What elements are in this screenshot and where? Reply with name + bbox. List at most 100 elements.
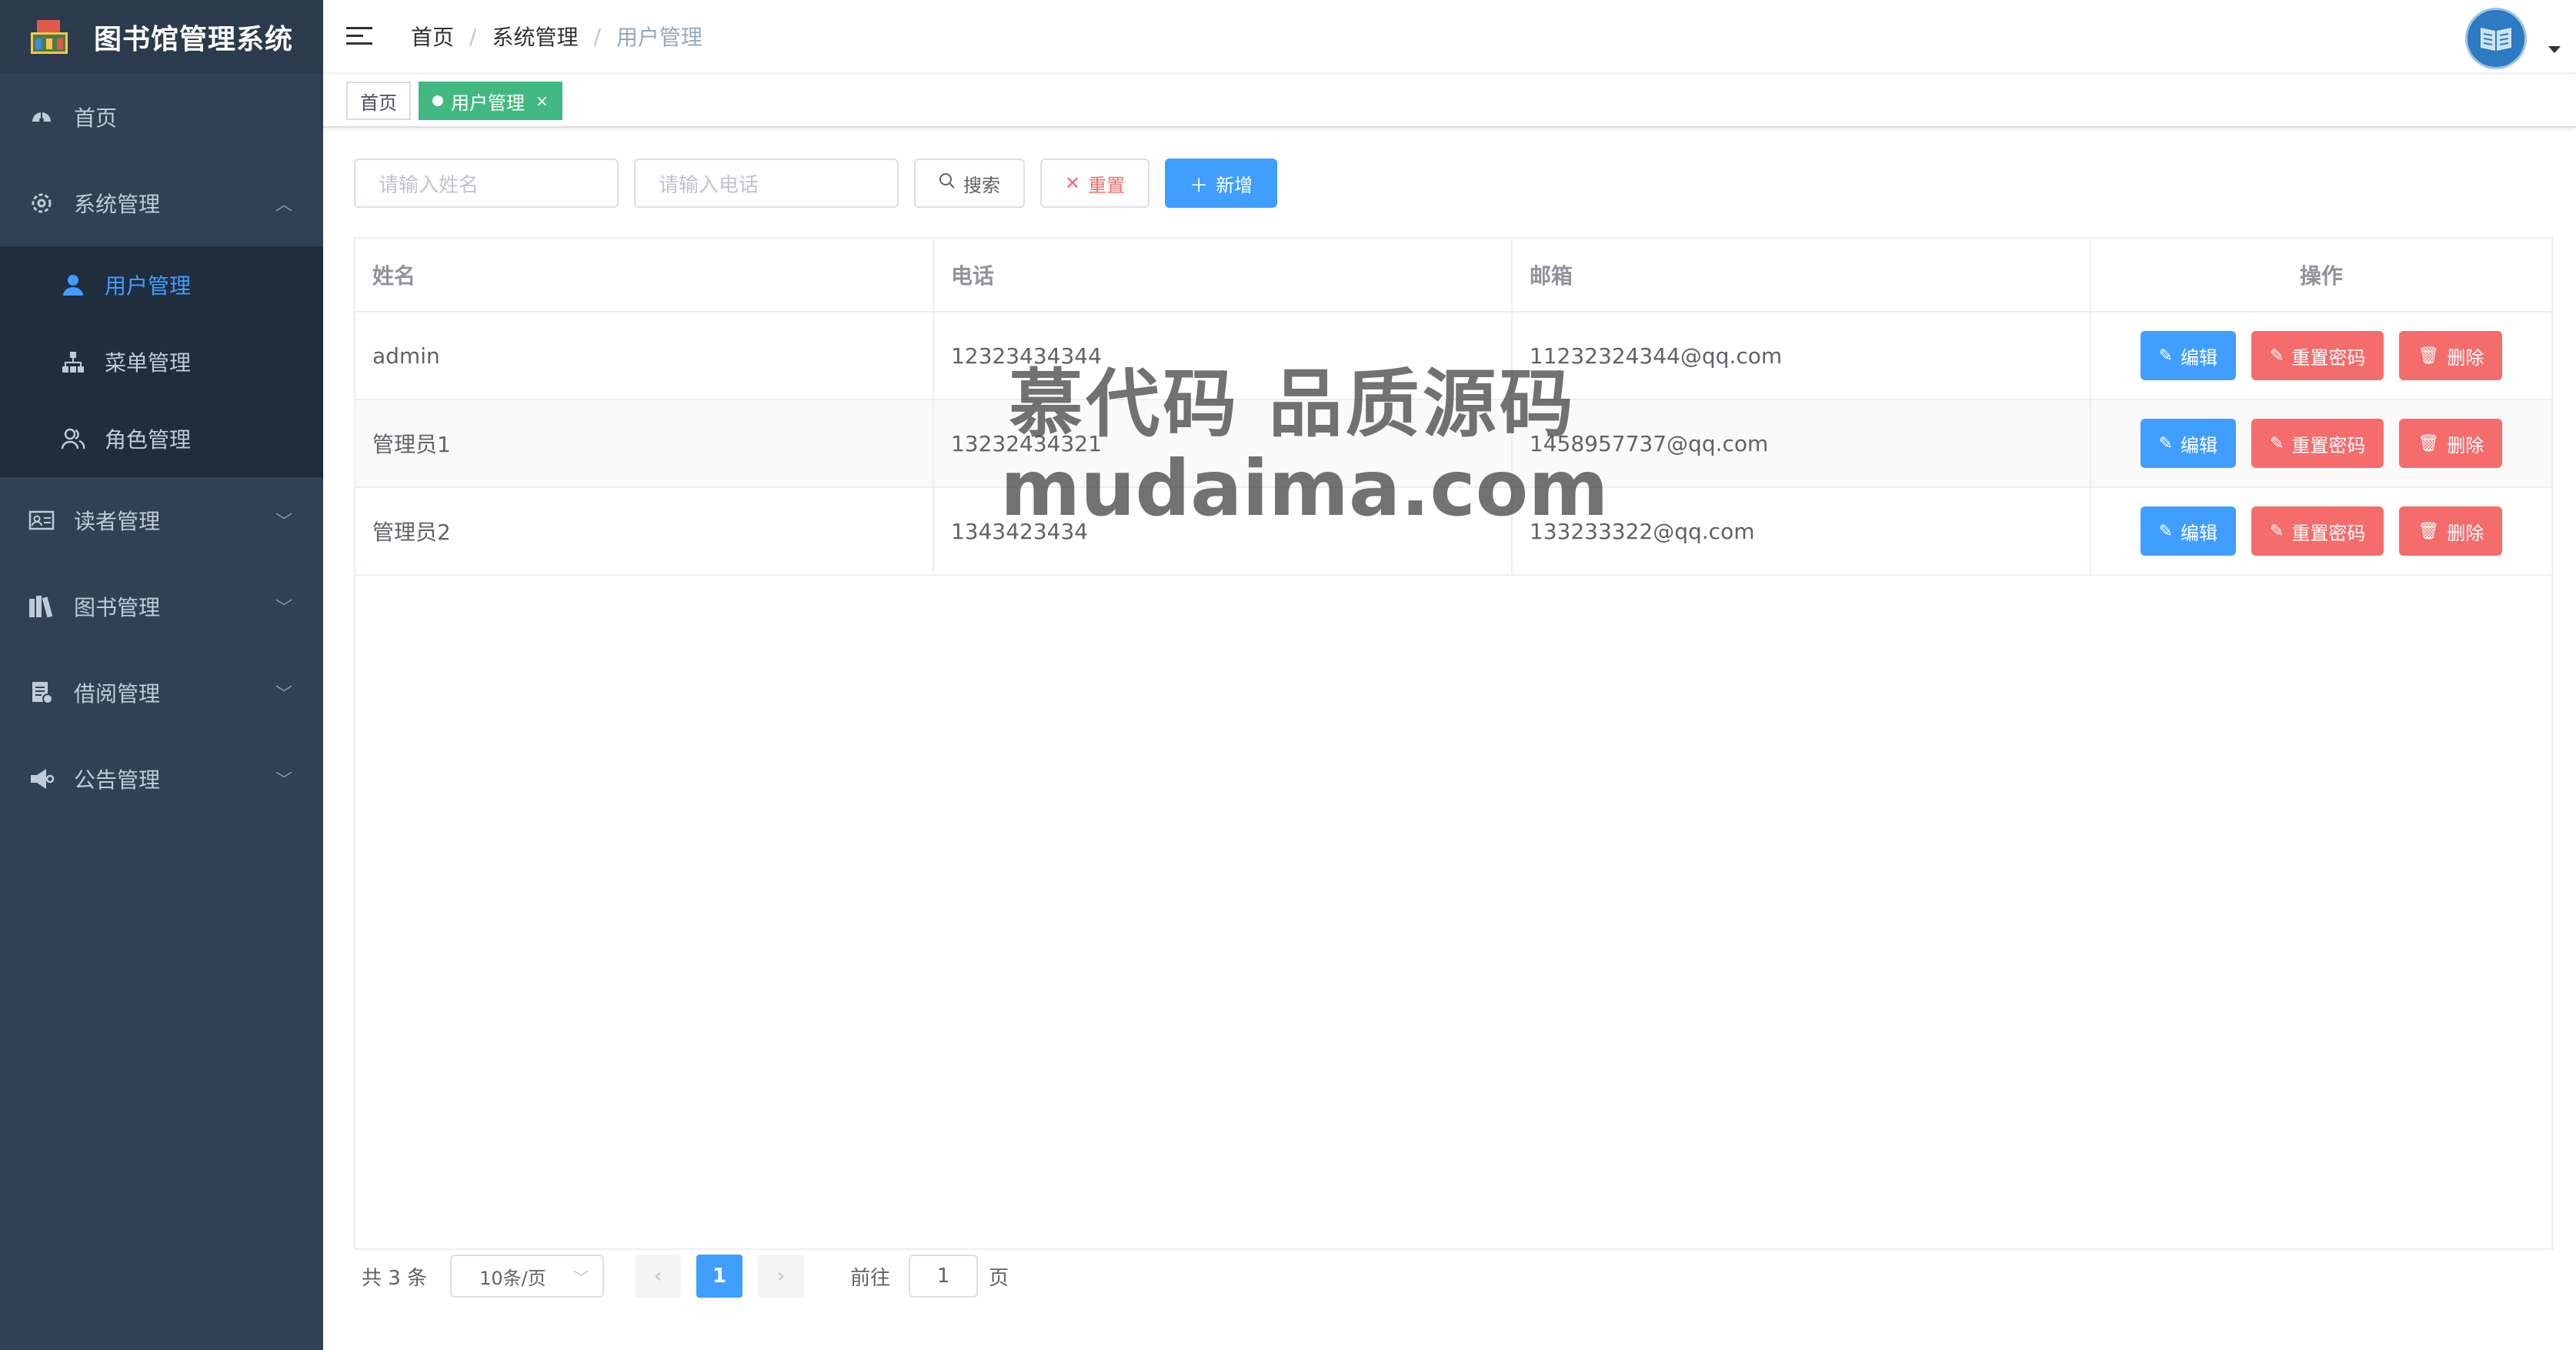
edit-button[interactable]: ✎ 编辑 xyxy=(2140,419,2236,468)
edit-icon: ✎ xyxy=(2158,346,2173,366)
tree-icon xyxy=(60,349,86,375)
page-size-select[interactable]: 10条/页 ﹀ xyxy=(450,1255,605,1298)
prev-page-button[interactable]: ‹ xyxy=(635,1255,682,1298)
breadcrumb-current: 用户管理 xyxy=(616,25,702,50)
sidebar-item-label: 菜单管理 xyxy=(105,350,192,376)
avatar[interactable] xyxy=(2465,8,2527,69)
delete-button[interactable]: 🗑 删除 xyxy=(2399,506,2503,556)
table-row: 管理员1 13232434321 1458957737@qq.com ✎ 编辑 ✎… xyxy=(355,400,2551,488)
dashboard-icon xyxy=(28,103,55,131)
sidebar-item-borrowing[interactable]: 借阅管理 ﹀ xyxy=(0,650,323,736)
pagination: 共 3 条 10条/页 ﹀ ‹ 1 › 前往 1 页 xyxy=(362,1255,1009,1298)
sidebar-item-reader[interactable]: 读者管理 ﹀ xyxy=(0,477,323,563)
table-header: 姓名 电话 邮箱 操作 xyxy=(355,239,2551,312)
cell-email: 11232324344@qq.com xyxy=(1513,312,2091,399)
edit-icon: ✎ xyxy=(2269,521,2284,541)
tags-view: 首页 用户管理 × xyxy=(323,75,2576,128)
sidebar-item-label: 公告管理 xyxy=(74,767,161,793)
search-button[interactable]: 搜索 xyxy=(914,159,1025,208)
book-avatar-icon xyxy=(2481,28,2511,51)
chevron-down-icon: ﹀ xyxy=(275,771,292,790)
plus-icon: ＋ xyxy=(1190,174,1209,196)
breadcrumb-home[interactable]: 首页 xyxy=(411,21,454,52)
add-button[interactable]: ＋ 新增 xyxy=(1165,159,1278,208)
cell-name: 管理员1 xyxy=(355,400,934,486)
sidebar-item-books[interactable]: 图书管理 ﹀ xyxy=(0,563,323,650)
sidebar: 图书馆管理系统 首页 系统管理 ︿ 用户管理 菜单管理 角色管理 读者管理 ﹀ … xyxy=(0,0,323,1350)
users-icon xyxy=(60,426,86,452)
edit-icon: ✎ xyxy=(2269,346,2284,366)
delete-button[interactable]: 🗑 删除 xyxy=(2399,419,2503,468)
sidebar-item-announcement[interactable]: 公告管理 ﹀ xyxy=(0,736,323,822)
edit-icon: ✎ xyxy=(2158,521,2173,541)
table-row: admin 12323434344 11232324344@qq.com ✎ 编辑… xyxy=(355,312,2551,400)
cell-name: admin xyxy=(355,312,934,399)
breadcrumb-system[interactable]: 系统管理 xyxy=(492,21,578,52)
cell-phone: 13232434321 xyxy=(934,400,1513,486)
caret-down-icon[interactable] xyxy=(2548,46,2561,53)
library-logo-icon xyxy=(28,18,71,55)
sidebar-item-label: 借阅管理 xyxy=(74,681,161,707)
cell-phone: 1343423434 xyxy=(934,488,1513,574)
phone-search-input[interactable]: 请输入电话 xyxy=(634,159,899,208)
delete-button[interactable]: 🗑 删除 xyxy=(2399,331,2503,380)
column-header-email: 邮箱 xyxy=(1513,239,2091,311)
trash-icon: 🗑 xyxy=(2418,346,2440,366)
tag-home[interactable]: 首页 xyxy=(346,82,411,120)
chevron-down-icon: ﹀ xyxy=(275,513,292,532)
id-card-icon xyxy=(28,506,55,534)
search-toolbar: 请输入姓名 请输入电话 搜索 ✕ 重置 ＋ 新增 xyxy=(354,159,1293,208)
page-unit-label: 页 xyxy=(989,1266,1009,1290)
name-search-input[interactable]: 请输入姓名 xyxy=(354,159,619,208)
sidebar-item-label: 用户管理 xyxy=(105,273,192,299)
sidebar-item-label: 首页 xyxy=(74,105,118,131)
goto-page-input[interactable]: 1 xyxy=(909,1255,979,1298)
reset-password-button[interactable]: ✎ 重置密码 xyxy=(2251,419,2384,468)
reset-password-button[interactable]: ✎ 重置密码 xyxy=(2251,331,2384,380)
cell-email: 1458957737@qq.com xyxy=(1513,400,2091,486)
edit-icon: ✎ xyxy=(2158,433,2173,453)
next-page-button[interactable]: › xyxy=(758,1255,805,1298)
trash-icon: 🗑 xyxy=(2418,433,2440,453)
cell-actions: ✎ 编辑 ✎ 重置密码 🗑 删除 xyxy=(2091,312,2551,399)
tag-label: 用户管理 xyxy=(451,92,525,114)
menu-fold-icon[interactable] xyxy=(346,25,372,48)
gear-icon xyxy=(28,189,55,217)
cell-actions: ✎ 编辑 ✎ 重置密码 🗑 删除 xyxy=(2091,400,2551,486)
edit-button[interactable]: ✎ 编辑 xyxy=(2140,506,2236,556)
sidebar-item-user-management[interactable]: 用户管理 xyxy=(0,246,323,323)
sidebar-item-label: 角色管理 xyxy=(105,427,192,453)
breadcrumb: 首页 / 系统管理 / 用户管理 xyxy=(411,21,702,52)
chevron-up-icon: ︿ xyxy=(275,195,292,215)
close-icon[interactable]: × xyxy=(536,92,549,110)
tag-user-management[interactable]: 用户管理 × xyxy=(419,82,562,120)
reset-password-button[interactable]: ✎ 重置密码 xyxy=(2251,506,2384,556)
page-number-button[interactable]: 1 xyxy=(696,1255,743,1298)
column-header-actions: 操作 xyxy=(2299,263,2343,289)
sidebar-item-label: 系统管理 xyxy=(74,192,161,217)
megaphone-icon xyxy=(28,765,55,793)
column-header-phone: 电话 xyxy=(934,239,1513,311)
books-icon xyxy=(28,593,55,620)
cell-name: 管理员2 xyxy=(355,488,934,574)
top-navbar: 首页 / 系统管理 / 用户管理 xyxy=(323,0,2576,74)
document-icon xyxy=(28,679,55,707)
cell-phone: 12323434344 xyxy=(934,312,1513,399)
reset-button[interactable]: ✕ 重置 xyxy=(1040,159,1150,208)
close-icon: ✕ xyxy=(1065,172,1081,194)
logo-bar[interactable]: 图书馆管理系统 xyxy=(0,0,323,74)
edit-button[interactable]: ✎ 编辑 xyxy=(2140,331,2236,380)
goto-label: 前往 xyxy=(850,1266,891,1290)
chevron-down-icon: ﹀ xyxy=(275,685,292,704)
sidebar-item-system[interactable]: 系统管理 ︿ xyxy=(0,160,323,246)
system-submenu: 用户管理 菜单管理 角色管理 xyxy=(0,246,323,477)
cell-email: 133233322@qq.com xyxy=(1513,488,2091,574)
sidebar-item-role-management[interactable]: 角色管理 xyxy=(0,400,323,477)
sidebar-item-home[interactable]: 首页 xyxy=(0,74,323,160)
table-row: 管理员2 1343423434 133233322@qq.com ✎ 编辑 ✎ 重置… xyxy=(355,488,2551,576)
app-title: 图书馆管理系统 xyxy=(94,24,294,55)
sidebar-item-menu-management[interactable]: 菜单管理 xyxy=(0,323,323,400)
edit-icon: ✎ xyxy=(2269,433,2284,453)
column-header-name: 姓名 xyxy=(355,239,934,311)
sidebar-item-label: 读者管理 xyxy=(74,509,161,534)
